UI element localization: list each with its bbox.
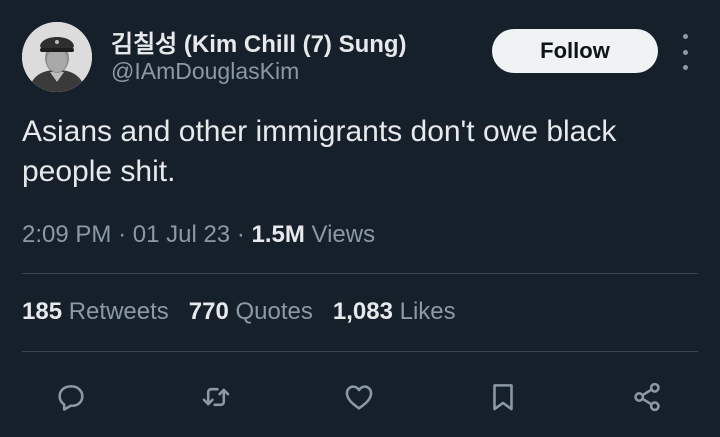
tweet-text: Asians and other immigrants don't owe bl… xyxy=(22,115,617,188)
more-options-icon[interactable] xyxy=(674,34,696,70)
views-count: 1.5M xyxy=(251,221,305,248)
reply-icon[interactable] xyxy=(48,374,94,420)
tweet-date[interactable]: 01 Jul 23 xyxy=(133,221,230,248)
retweets-count: 185 xyxy=(22,298,63,325)
action-bar xyxy=(0,374,720,420)
author-handle[interactable]: @IAmDouglasKim xyxy=(111,58,299,85)
divider xyxy=(22,273,698,274)
likes-label: Likes xyxy=(399,298,456,325)
share-icon[interactable] xyxy=(624,374,670,420)
quotes-stat[interactable]: 770 Quotes xyxy=(189,298,313,326)
avatar[interactable] xyxy=(22,22,92,92)
views-label: Views xyxy=(311,221,376,248)
portrait-image xyxy=(22,22,92,92)
likes-count: 1,083 xyxy=(332,298,393,325)
tweet-meta: 2:09 PM · 01 Jul 23 · 1.5M Views xyxy=(22,221,375,249)
like-icon[interactable] xyxy=(336,374,382,420)
meta-separator: · xyxy=(236,221,245,248)
retweets-stat[interactable]: 185 Retweets xyxy=(22,298,169,326)
bookmark-icon[interactable] xyxy=(480,374,526,420)
divider xyxy=(22,351,698,352)
retweets-label: Retweets xyxy=(68,298,169,325)
likes-stat[interactable]: 1,083 Likes xyxy=(333,298,456,326)
retweet-icon[interactable] xyxy=(193,374,239,420)
follow-button[interactable]: Follow xyxy=(492,29,658,73)
quotes-count: 770 xyxy=(188,298,229,325)
meta-separator: · xyxy=(118,221,127,248)
author-display-name[interactable]: 김칠성 (Kim Chill (7) Sung) xyxy=(111,24,407,59)
quotes-label: Quotes xyxy=(235,298,313,325)
engagement-stats: 185 Retweets 770 Quotes 1,083 Likes xyxy=(22,298,456,326)
tweet-time[interactable]: 2:09 PM xyxy=(22,221,111,248)
